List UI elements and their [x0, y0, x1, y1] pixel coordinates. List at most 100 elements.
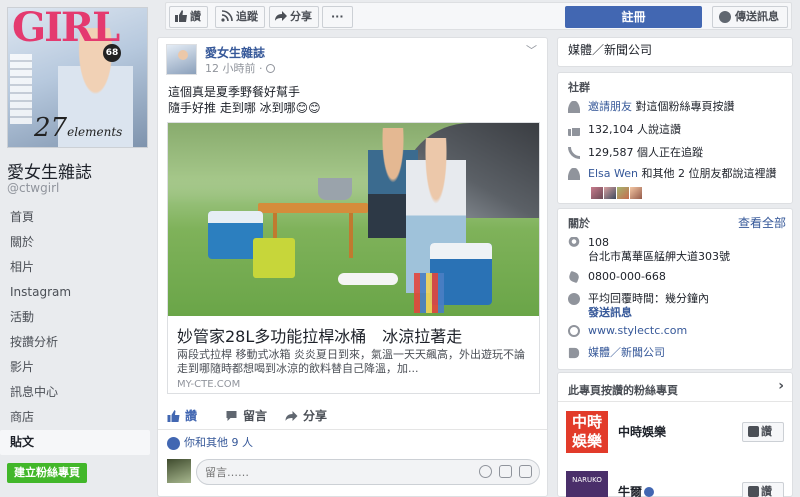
post-share-button[interactable]: 分享 [285, 406, 327, 426]
send-message-button[interactable]: 傳送訊息 [712, 6, 788, 28]
liked-page-item: 中時娛樂 中時娛樂 讚 [566, 411, 786, 453]
cover-issue-badge: 68 [103, 44, 121, 62]
create-page-button[interactable]: 建立粉絲專頁 [7, 463, 87, 483]
tag-icon [568, 347, 580, 359]
nav-item-about[interactable]: 關於 [0, 230, 157, 255]
nav-item-posts[interactable]: 貼文 [0, 430, 150, 455]
friend-avatars-row [568, 187, 643, 203]
share-page-button[interactable]: 分享 [269, 6, 319, 28]
likes-count: 132,104 人說這讚 [588, 123, 681, 136]
nav-item-messages[interactable]: 訊息中心 [0, 380, 157, 405]
like-page-label: 讚 [190, 10, 201, 23]
link-title[interactable]: 妙管家28L多功能拉桿冰桶 冰涼拉著走 [177, 323, 462, 347]
community-heading: 社群 [568, 81, 590, 94]
invite-friends-row: 邀請朋友 對這個粉絲專頁按讚 [568, 99, 735, 115]
verified-badge-icon [644, 487, 655, 497]
share-arrow-icon [275, 11, 287, 21]
profile-picture[interactable]: GIRL 68 27elements [7, 7, 148, 148]
link-domain: MY-CTE.COM [177, 379, 241, 390]
post-comment-button[interactable]: 留言 [225, 406, 267, 426]
emoji-icon[interactable] [479, 465, 492, 478]
cover-brand: GIRL [12, 7, 120, 51]
nav-item-home[interactable]: 首頁 [0, 205, 157, 230]
link-preview[interactable]: 妙管家28L多功能拉桿冰桶 冰涼拉著走 兩段式拉桿 移動式冰箱 炎炎夏日到來，氣… [167, 122, 540, 394]
nav-item-photos[interactable]: 相片 [0, 255, 157, 280]
friend-name-link[interactable]: Elsa Wen [588, 167, 638, 180]
nav-item-videos[interactable]: 影片 [0, 355, 157, 380]
comment-composer [167, 459, 540, 487]
globe-icon [265, 64, 275, 73]
post-options-chevron-icon[interactable]: ﹀ [526, 42, 537, 58]
signup-button[interactable]: 註冊 [565, 6, 702, 28]
address-line-2: 台北市萬華區艋舺大道303號 [588, 250, 730, 263]
post-card: 愛女生雜誌 12 小時前 · ﹀ 這個真是夏季野餐好幫手 隨手好推 走到哪 冰到… [157, 37, 548, 497]
link-preview-image[interactable] [168, 123, 539, 316]
send-message-label: 傳送訊息 [735, 10, 779, 23]
follow-page-button[interactable]: 追蹤 [215, 6, 265, 28]
gif-icon[interactable] [519, 465, 532, 478]
post-action-bar: 讚 留言 分享 [158, 402, 547, 430]
post-timestamp[interactable]: 12 小時前 · [205, 60, 275, 76]
post-likes-summary[interactable]: 你和其他 9 人 [167, 434, 253, 452]
image-bottles [414, 273, 444, 313]
thumbs-up-icon [748, 426, 759, 437]
about-category-row: 媒體／新聞公司 [568, 345, 665, 361]
liked-page-name[interactable]: 中時娛樂 [618, 423, 666, 440]
divider [558, 401, 792, 402]
cover-headline: 27elements [34, 113, 122, 143]
nav-item-shop[interactable]: 商店 [0, 405, 157, 430]
see-all-link[interactable]: 查看全部 [738, 214, 786, 231]
liked-page-like-button[interactable]: 讚 [742, 482, 784, 497]
globe-icon [568, 325, 580, 337]
rss-icon [568, 147, 580, 159]
image-basket [253, 238, 295, 278]
viewer-avatar [167, 459, 191, 483]
camera-icon[interactable] [499, 465, 512, 478]
post-share-label: 分享 [303, 409, 328, 423]
about-card: 關於 查看全部 108 台北市萬華區艋舺大道303號 0800-000-668 … [557, 208, 793, 370]
post-text-line: 這個真是夏季野餐好幫手 [168, 85, 301, 99]
website-link[interactable]: www.stylectc.com [588, 324, 687, 337]
friend-avatars[interactable] [591, 187, 643, 204]
share-arrow-icon [285, 411, 298, 421]
thumbs-up-icon [175, 10, 187, 22]
link-description: 兩段式拉桿 移動式冰箱 炎炎夏日到來，氣溫一天天飆高，外出遊玩不論走到哪隨時都想… [177, 348, 525, 375]
liked-page-thumb[interactable]: NARUKO [566, 471, 608, 497]
nav-item-like-analysis[interactable]: 按讚分析 [0, 330, 157, 355]
about-category-link[interactable]: 媒體／新聞公司 [588, 346, 665, 359]
followers-count: 129,587 個人正在追蹤 [588, 146, 703, 159]
invite-friends-link[interactable]: 邀請朋友 [588, 100, 632, 113]
liked-page-name-text: 牛爾 [618, 485, 643, 497]
liked-page-thumb[interactable]: 中時娛樂 [566, 411, 608, 453]
comment-tools [472, 465, 532, 481]
phone-number[interactable]: 0800-000-668 [588, 270, 666, 283]
more-options-button[interactable]: ··· [322, 6, 353, 28]
liked-page-like-label: 讚 [761, 425, 772, 438]
nav-item-events[interactable]: 活動 [0, 305, 157, 330]
friend-rest-text: 和其他 2 位朋友都說這裡讚 [637, 167, 777, 180]
post-comment-label: 留言 [243, 409, 268, 423]
page-name[interactable]: 愛女生雜誌 [7, 158, 92, 183]
nav-item-instagram[interactable]: Instagram [0, 280, 157, 305]
liked-page-name[interactable]: 牛爾 [618, 483, 655, 497]
messenger-icon [719, 11, 731, 23]
invite-rest-text: 對這個粉絲專頁按讚 [632, 100, 735, 113]
cover-side-strip [10, 54, 32, 124]
page-category: 媒體／新聞公司 [568, 43, 653, 57]
post-author-name[interactable]: 愛女生雜誌 [205, 44, 265, 61]
post-author-avatar[interactable] [166, 44, 197, 75]
messenger-icon [568, 293, 580, 305]
page-handle[interactable]: @ctwgirl [7, 181, 59, 195]
send-message-link[interactable]: 發送訊息 [588, 306, 632, 319]
post-like-button[interactable]: 讚 [167, 406, 197, 426]
image-shoes [338, 273, 398, 285]
phone-row: 0800-000-668 [567, 269, 666, 285]
friends-icon [568, 168, 580, 180]
send-message-row: 發送訊息 [568, 305, 632, 321]
liked-pages-heading: 此專頁按讚的粉絲專頁 [568, 384, 678, 397]
liked-page-like-button[interactable]: 讚 [742, 422, 784, 442]
liked-page-item: NARUKO 牛爾 讚 [566, 471, 786, 497]
chevron-right-icon[interactable]: › [778, 378, 784, 394]
share-page-label: 分享 [290, 10, 312, 23]
like-page-button[interactable]: 讚 [169, 6, 208, 28]
